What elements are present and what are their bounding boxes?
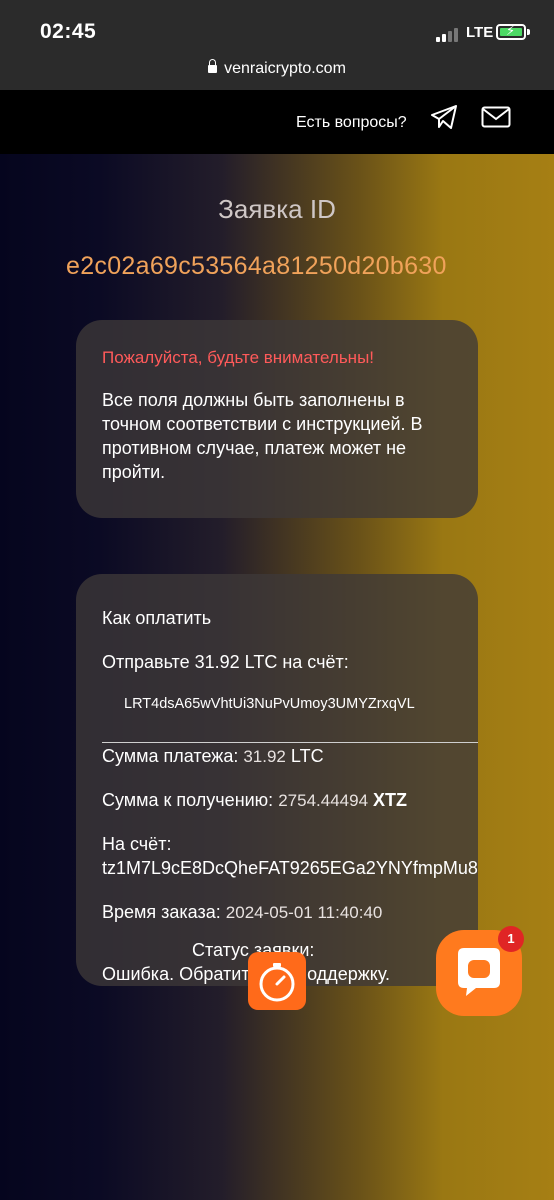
help-link[interactable]: Есть вопросы?: [296, 114, 407, 132]
order-time-label: Время заказа:: [102, 902, 221, 922]
order-id: e2c02a69c53564a81250d20b630: [66, 252, 447, 280]
receive-label: Сумма к получению:: [102, 790, 274, 810]
status-bar: 02:45 LTE ⚡ venraicrypto.com: [0, 0, 554, 90]
lock-icon: [208, 59, 218, 73]
chat-badge: 1: [498, 926, 524, 952]
warning-text: Все поля должны быть заполнены в точном …: [102, 390, 423, 482]
payment-card: Как оплатить Отправьте 31.92 LTC на счёт…: [76, 574, 478, 986]
timer-button[interactable]: [248, 952, 306, 1010]
status-value: Ошибка. Обратитесь в поддержку.: [102, 964, 391, 984]
url-text: venraicrypto.com: [224, 60, 346, 77]
mail-icon[interactable]: [481, 106, 511, 128]
telegram-icon[interactable]: [430, 104, 458, 130]
warning-title: Пожалуйста, будьте внимательны!: [102, 348, 375, 367]
order-time-value: 2024-05-01 11:40:40: [225, 903, 383, 922]
order-label: Заявка ID: [218, 194, 336, 224]
battery-charging-icon: ⚡: [496, 23, 530, 40]
signal-icon: [436, 26, 462, 42]
amount-value: 31.92: [243, 747, 286, 766]
order-page: Заявка ID e2c02a69c53564a81250d20b630 По…: [0, 154, 554, 1200]
amount-label: Сумма платежа:: [102, 746, 239, 766]
order-time-row: Время заказа: 2024-05-01 11:40:40: [102, 902, 382, 923]
deposit-address[interactable]: LRT4dsA65wVhtUi3NuPvUmoy3UMYZrxqVL: [124, 696, 415, 712]
amount-currency: LTC: [290, 746, 324, 766]
receive-currency: XTZ: [373, 790, 408, 810]
site-header: Есть вопросы?: [0, 90, 554, 154]
divider: [102, 742, 478, 743]
network-type: LTE: [466, 24, 494, 41]
warning-card: Пожалуйста, будьте внимательны! Все поля…: [76, 320, 478, 518]
receive-row: Сумма к получению: 2754.44494 XTZ: [102, 790, 407, 811]
to-account-value[interactable]: tz1M7L9cE8DcQheFAT9265EGa2YNYfmpMu8: [102, 858, 478, 879]
clock: 02:45: [40, 20, 97, 43]
to-account-label: На счёт:: [102, 834, 172, 854]
receive-value: 2754.44494: [278, 791, 369, 810]
how-to-pay-title: Как оплатить: [102, 608, 212, 628]
stopwatch-icon: [259, 963, 295, 1002]
amount-row: Сумма платежа: 31.92 LTC: [102, 746, 324, 767]
send-instruction: Отправьте 31.92 LTC на счёт:: [102, 652, 349, 672]
address-bar[interactable]: venraicrypto.com: [0, 59, 554, 78]
